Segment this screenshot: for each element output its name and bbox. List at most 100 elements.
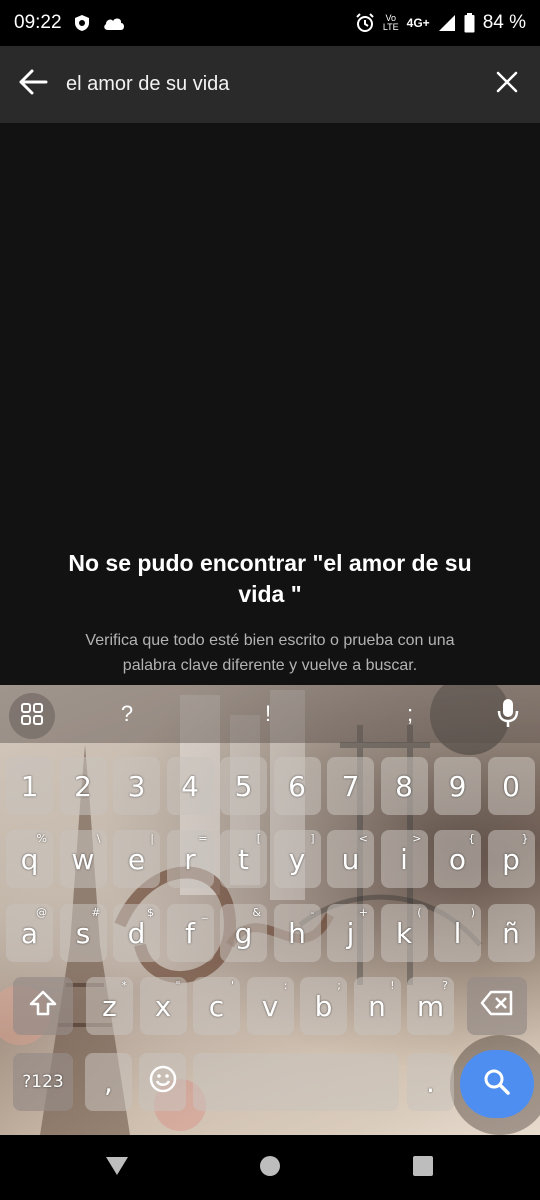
key-hint: ' [230,979,234,992]
letter-key[interactable]: r = [166,830,214,888]
number-key[interactable]: 7 [327,757,374,815]
number-key[interactable]: 1 [6,757,53,815]
letter-key[interactable]: q% [6,830,53,888]
key-hint: ( [417,906,422,919]
letter-key[interactable]: i > [380,830,428,888]
suggestion-2[interactable]: ! [228,685,308,743]
letter-key[interactable]: d $ [113,904,160,962]
key-label: 7 [341,769,360,803]
backspace-key[interactable] [467,977,527,1035]
letter-key[interactable]: e | [113,830,160,888]
letter-key[interactable]: y] [273,830,321,888]
key-hint: & [252,906,261,919]
battery-level: 84 % [482,12,526,33]
key-hint: } [521,832,529,845]
number-key[interactable]: 8 [380,757,428,815]
key-hint: _ [202,906,208,919]
number-key[interactable]: 0 [487,757,535,815]
nav-recents-button[interactable] [408,1153,438,1183]
search-input[interactable]: el amor de su vida [66,46,474,123]
symbols-key[interactable]: ?123 [13,1053,73,1111]
letter-key[interactable]: k( [380,904,428,962]
nav-home-button[interactable] [255,1153,285,1183]
shield-notification-icon [74,14,90,32]
key-label: 0 [502,769,520,803]
letter-key[interactable]: b; [300,977,347,1035]
grid-icon [20,702,44,731]
letter-key[interactable]: c ' [193,977,240,1035]
search-header: el amor de su vida [0,46,540,123]
key-hint: " [175,979,181,992]
key-label: 6 [288,769,306,803]
key-label: u [341,842,360,876]
number-key[interactable]: 9 [434,757,481,815]
apps-menu-button[interactable] [9,693,55,739]
key-label: g [234,916,253,950]
comma-key[interactable]: , [85,1053,132,1111]
letter-key[interactable]: t[ [220,830,267,888]
space-key[interactable] [193,1053,399,1111]
system-navigation-bar [0,1135,540,1200]
letter-key[interactable]: f _ [166,904,214,962]
period-key[interactable]: . [407,1053,454,1111]
voice-input-button[interactable] [490,697,526,733]
number-key[interactable]: 2 [59,757,107,815]
letter-key[interactable]: ñ [487,904,535,962]
key-label: z [102,989,117,1023]
emoji-key[interactable] [139,1053,186,1111]
letter-key[interactable]: j + [327,904,374,962]
letter-key[interactable]: a @ [6,904,53,962]
letter-key[interactable]: m? [407,977,454,1035]
number-key[interactable]: 5 [220,757,267,815]
key-label: 9 [448,769,467,803]
triangle-back-icon [104,1155,130,1182]
key-label: b [314,989,333,1023]
key-hint: { [468,832,475,845]
letter-key[interactable]: v: [246,977,294,1035]
battery-icon [464,13,475,33]
volte-indicator: Vo LTE [383,14,399,32]
search-action-key[interactable] [460,1050,534,1118]
key-label: x [154,989,172,1023]
empty-state-subtitle: Verifica que todo esté bien escrito o pr… [85,632,455,674]
suggestion-3[interactable]: ; [370,685,450,743]
emoji-icon [149,1065,177,1100]
letter-key[interactable]: n! [353,977,401,1035]
letter-key[interactable]: z * [86,977,133,1035]
suggestion-1[interactable]: ? [87,685,167,743]
microphone-icon [497,698,519,733]
number-key[interactable]: 4 [166,757,214,815]
key-hint: % [36,832,47,845]
key-label: i [400,842,408,876]
volte-bottom-label: LTE [382,22,399,32]
letter-key[interactable]: h- [273,904,321,962]
key-hint: > [412,832,422,845]
letter-key[interactable]: l) [434,904,481,962]
key-hint: ; [337,979,341,992]
letter-key[interactable]: u < [327,830,374,888]
key-label: l [453,916,462,950]
key-label: f [185,916,195,950]
letter-key[interactable]: g & [220,904,267,962]
letter-key[interactable]: w \ [59,830,107,888]
nav-back-button[interactable] [102,1153,132,1183]
key-label: k [395,916,413,950]
key-label: w [71,842,95,876]
letter-key[interactable]: o{ [434,830,481,888]
search-results-area: No se pudo encontrar "el amor de su vida… [0,123,540,685]
letter-key[interactable]: x " [139,977,187,1035]
letter-key[interactable]: s # [59,904,107,962]
status-time: 09:22 [14,12,62,33]
number-key[interactable]: 3 [113,757,160,815]
key-hint: @ [36,906,47,919]
key-label: h [288,916,306,950]
shift-key[interactable] [13,977,73,1035]
key-label: o [448,842,467,876]
clear-search-button[interactable] [474,46,540,123]
number-key[interactable]: 6 [273,757,321,815]
key-label: 4 [181,769,199,803]
back-button[interactable] [0,46,66,123]
key-hint: - [310,906,315,919]
key-hint: ) [470,906,475,919]
letter-key[interactable]: p} [487,830,535,888]
